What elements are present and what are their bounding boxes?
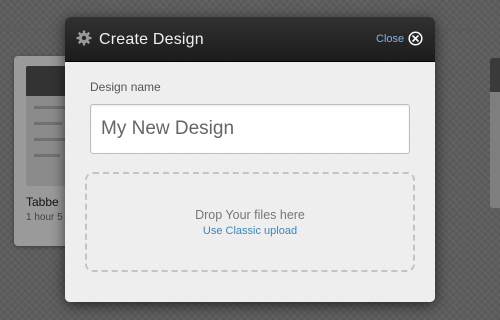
gear-icon — [76, 30, 92, 46]
background-card-meta: 1 hour 5 — [26, 212, 63, 223]
dialog-header: Create Design Close — [65, 17, 435, 62]
thumbnail-line — [34, 154, 60, 157]
design-name-label: Design name — [90, 80, 161, 94]
close-button[interactable]: Close — [376, 31, 423, 46]
background-card-title: Tabbe — [26, 195, 59, 209]
close-label[interactable]: Close — [376, 33, 404, 45]
background-right-panel-bar — [490, 58, 500, 92]
close-circle-icon[interactable] — [408, 31, 423, 46]
design-name-input[interactable] — [90, 104, 410, 154]
drop-zone-text: Drop Your files here — [195, 208, 305, 222]
thumbnail-line — [34, 122, 62, 125]
dialog-title: Create Design — [99, 31, 204, 48]
create-design-dialog: Create Design Close Design name Drop You… — [65, 17, 435, 302]
background-right-panel — [490, 58, 500, 208]
dialog-body: Design name Drop Your files here Use Cla… — [65, 62, 435, 302]
file-drop-zone[interactable]: Drop Your files here Use Classic upload — [85, 172, 415, 272]
thumbnail-line — [34, 138, 68, 141]
classic-upload-link[interactable]: Use Classic upload — [87, 225, 413, 237]
